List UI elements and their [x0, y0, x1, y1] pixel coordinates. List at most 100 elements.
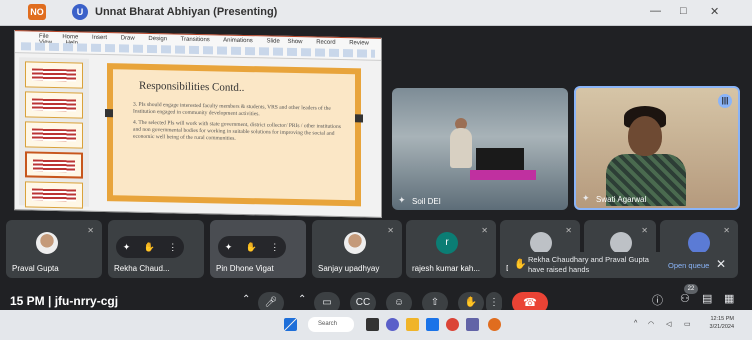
participant-name: Rekha Chaud... — [114, 264, 170, 273]
slide-thumbnail[interactable] — [25, 181, 83, 209]
more-options-icon[interactable]: ⋮ — [270, 242, 279, 253]
participant-tile[interactable]: r ✕ rajesh kumar kah... — [406, 220, 496, 278]
browser-top-bar: NO U Unnat Bharat Abhiyan (Presenting) —… — [0, 0, 752, 26]
participant-tile[interactable]: ✕ Sanjay upadhyay — [312, 220, 402, 278]
chat-app-icon[interactable] — [386, 318, 399, 331]
tile-hover-controls: ✦ ✋ ⋮ — [218, 236, 286, 258]
chat-icon[interactable]: ▤ — [702, 292, 712, 305]
slide-body: 3. PIs should engage interested faculty … — [133, 102, 341, 145]
muted-mic-icon: ✕ — [481, 226, 488, 235]
avatar — [36, 232, 58, 254]
slide-thumbnail-active[interactable] — [25, 151, 83, 179]
muted-mic-icon: ✕ — [565, 226, 572, 235]
speaker-face — [628, 116, 662, 156]
mail-icon[interactable] — [426, 318, 439, 331]
slide-thumbnail[interactable] — [25, 121, 83, 149]
participant-name: Swati Agarwal — [596, 195, 647, 204]
avatar — [688, 232, 710, 254]
muted-mic-icon: ✕ — [723, 226, 730, 235]
avatar — [610, 232, 632, 254]
wifi-icon[interactable]: ◠ — [648, 320, 654, 328]
close-window-button[interactable]: ✕ — [710, 5, 719, 18]
clock-time: 12:15 PM — [710, 316, 734, 322]
ppt-tab[interactable]: Slide Show — [266, 38, 302, 45]
avatar — [344, 232, 366, 254]
teams-icon[interactable] — [466, 318, 479, 331]
pin-icon[interactable]: ✦ — [398, 195, 406, 206]
current-slide: Responsibilities Contd.. 3. PIs should e… — [105, 63, 363, 207]
ppt-tab[interactable]: Animations — [223, 38, 253, 45]
audio-options-icon[interactable]: ⌃ — [242, 294, 250, 305]
slide-thumbnail[interactable] — [25, 61, 83, 89]
avatar: r — [436, 232, 458, 254]
muted-mic-icon: ✕ — [387, 226, 394, 235]
participant-name: Sanjay upadhyay — [318, 264, 380, 273]
meeting-stage: File Home Insert Draw Design Transitions… — [0, 26, 752, 326]
participant-name: rajesh kumar kah... — [412, 264, 481, 273]
maximize-button[interactable]: □ — [680, 5, 687, 17]
participant-tile[interactable]: ✕ Praval Gupta — [6, 220, 102, 278]
file-explorer-icon[interactable] — [406, 318, 419, 331]
participant-name: Pin Dhone Vigat — [216, 264, 274, 273]
ppt-tab[interactable]: Record — [316, 39, 335, 45]
participant-tile-room[interactable]: ✦ Soil DEI — [392, 88, 568, 210]
pin-icon[interactable]: ✦ — [225, 242, 233, 253]
pin-icon[interactable]: ✦ — [123, 242, 131, 253]
raised-hands-notification: ✋ Rekha Chaudhary and Praval Gupta have … — [508, 252, 734, 278]
hand-icon: ✋ — [245, 241, 257, 252]
battery-icon[interactable]: ▭ — [684, 320, 691, 328]
shared-screen-presentation: File Home Insert Draw Design Transitions… — [14, 30, 382, 218]
clock-date: 3/21/2024 — [709, 324, 734, 330]
pin-icon[interactable]: ✦ — [582, 193, 590, 204]
more-options-icon[interactable]: ⋮ — [168, 242, 177, 253]
room-desk — [470, 170, 536, 180]
ppt-tab[interactable]: Design — [148, 36, 167, 42]
room-monitor — [476, 148, 524, 170]
chrome-icon[interactable] — [446, 318, 459, 331]
slide-point: 3. PIs should engage interested faculty … — [133, 101, 331, 118]
participant-tile[interactable]: ✦ ✋ ⋮ Pin Dhone Vigat — [210, 220, 306, 278]
hand-icon: ✋ — [143, 241, 155, 252]
raised-hands-text: Rekha Chaudhary and Praval Gupta have ra… — [528, 255, 649, 274]
people-icon[interactable]: ⚇ — [680, 292, 690, 305]
presenter-avatar: U — [72, 4, 88, 20]
presenting-title: Unnat Bharat Abhiyan (Presenting) — [95, 6, 278, 18]
speaking-indicator-icon: ||| — [718, 94, 732, 108]
ppt-tab[interactable]: Review — [349, 40, 369, 46]
browser-icon[interactable] — [488, 318, 501, 331]
ppt-ribbon: File Home Insert Draw Design Transitions… — [15, 31, 381, 61]
ppt-tab[interactable]: Insert — [92, 35, 107, 41]
muted-mic-icon: ✕ — [87, 226, 94, 235]
participant-name: Praval Gupta — [12, 264, 59, 273]
task-view-icon[interactable] — [366, 318, 379, 331]
slide-point: 4. The selected PIs will work with state… — [133, 119, 341, 142]
raised-hand-icon: ✋ — [514, 259, 527, 270]
windows-start-icon[interactable] — [284, 318, 297, 331]
video-options-icon[interactable]: ⌃ — [298, 294, 306, 305]
activities-icon[interactable]: ▦ — [724, 292, 734, 305]
tray-chevron-icon[interactable]: ^ — [634, 320, 637, 327]
participant-name: Soil DEI — [412, 197, 441, 206]
ppt-tab[interactable]: Transitions — [181, 37, 210, 44]
room-person — [450, 128, 472, 168]
muted-mic-icon: ✕ — [641, 226, 648, 235]
avatar — [530, 232, 552, 254]
app-badge-icon[interactable]: NO — [28, 4, 46, 20]
slide-marker-right — [355, 114, 363, 123]
windows-taskbar: Search ^ ◠ ◁ ▭ 12:15 PM 3/21/2024 — [0, 310, 752, 340]
close-notification-button[interactable]: ✕ — [716, 257, 726, 271]
tile-hover-controls: ✦ ✋ ⋮ — [116, 236, 184, 258]
speaker-icon[interactable]: ◁ — [666, 320, 671, 328]
participant-tile-active-speaker[interactable]: ||| ✦ Swati Agarwal — [574, 86, 740, 210]
taskbar-search[interactable]: Search — [308, 317, 354, 332]
slide-thumbnails — [19, 57, 89, 209]
ppt-tab[interactable]: Draw — [121, 35, 135, 41]
meeting-details-icon[interactable]: ⓘ — [652, 292, 663, 308]
meeting-time-and-code: 15 PM | jfu-nrry-cgj — [10, 294, 119, 308]
open-queue-button[interactable]: Open queue — [668, 261, 709, 270]
minimize-button[interactable]: — — [650, 5, 661, 17]
taskbar-clock[interactable]: 12:15 PM 3/21/2024 — [700, 315, 734, 331]
slide-marker-left — [105, 109, 113, 118]
participant-tile[interactable]: ✦ ✋ ⋮ Rekha Chaud... — [108, 220, 204, 278]
slide-thumbnail[interactable] — [25, 91, 83, 119]
